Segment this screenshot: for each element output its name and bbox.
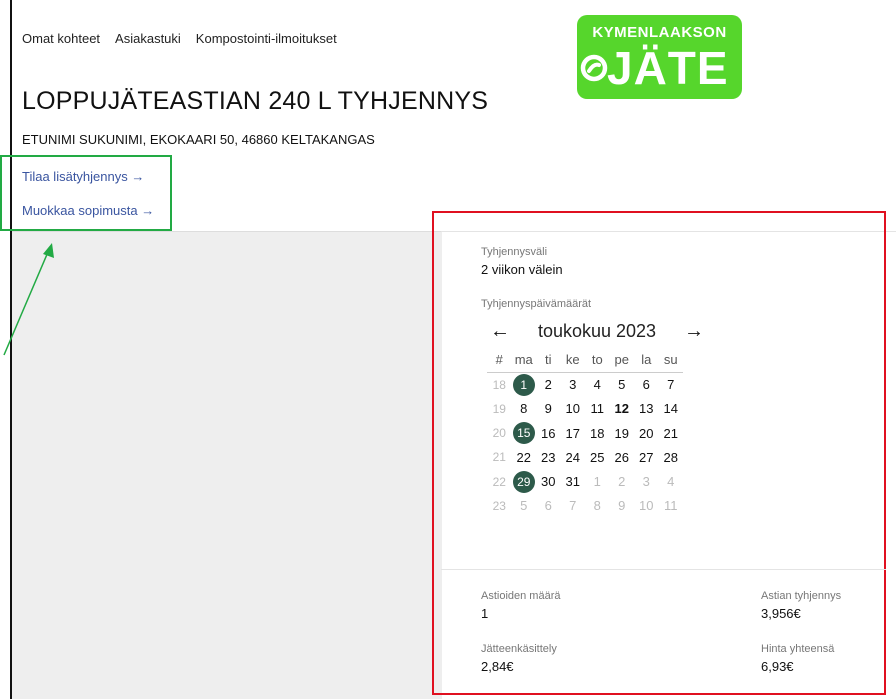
calendar-weekday-header: la bbox=[634, 348, 659, 373]
customer-address: ETUNIMI SUKUNIMI, EKOKAARI 50, 46860 KEL… bbox=[22, 132, 375, 147]
calendar-week-row: 20 15 16 17 18 19 20 21 bbox=[487, 421, 683, 445]
calendar-day[interactable]: 24 bbox=[561, 445, 586, 469]
calendar-day[interactable]: 2 bbox=[610, 469, 635, 493]
calendar-day[interactable]: 22 bbox=[512, 445, 537, 469]
calendar-day[interactable]: 11 bbox=[659, 494, 684, 518]
total-price-label: Hinta yhteensä bbox=[761, 643, 835, 655]
prev-month-button[interactable]: ← bbox=[490, 320, 510, 343]
edit-contract-link[interactable]: Muokkaa sopimusta → bbox=[22, 203, 154, 218]
calendar-weekday-header: ma bbox=[511, 348, 536, 373]
nav-asiakastuki[interactable]: Asiakastuki bbox=[115, 31, 181, 46]
calendar-day[interactable]: 19 bbox=[610, 421, 635, 445]
kymenlaakson-jate-logo[interactable]: KYMENLAAKSON JÄTE bbox=[577, 15, 742, 99]
calendar-day[interactable]: 17 bbox=[561, 421, 586, 445]
week-number: 19 bbox=[492, 401, 506, 416]
content-background bbox=[12, 231, 442, 699]
container-count-value: 1 bbox=[481, 606, 489, 621]
calendar-day-scheduled[interactable]: 1 bbox=[512, 372, 537, 396]
logo-main-text: JÄTE bbox=[607, 42, 729, 94]
scheduled-emptying-marker: 29 bbox=[512, 470, 535, 493]
calendar-day[interactable]: 14 bbox=[659, 397, 684, 421]
calendar-day[interactable]: 30 bbox=[536, 469, 561, 493]
calendar-day[interactable]: 21 bbox=[659, 421, 684, 445]
calendar-day[interactable]: 31 bbox=[561, 469, 586, 493]
top-nav: Omat kohteet Asiakastuki Kompostointi-il… bbox=[22, 31, 337, 46]
nav-omat-kohteet[interactable]: Omat kohteet bbox=[22, 31, 100, 46]
total-price-value: 6,93€ bbox=[761, 659, 794, 674]
calendar-weekday-header: ti bbox=[536, 348, 561, 373]
calendar-day[interactable]: 2 bbox=[536, 372, 561, 396]
calendar-day[interactable]: 9 bbox=[536, 397, 561, 421]
calendar-week-row: 22 29 30 31 1 2 3 4 bbox=[487, 469, 683, 493]
calendar-day[interactable]: 3 bbox=[561, 372, 586, 396]
calendar-day[interactable]: 3 bbox=[634, 469, 659, 493]
dates-label: Tyhjennyspäivämäärät bbox=[481, 298, 592, 310]
summary-divider bbox=[441, 569, 886, 570]
order-extra-emptying-link[interactable]: Tilaa lisätyhjennys → bbox=[22, 169, 144, 184]
calendar-day[interactable]: 5 bbox=[512, 494, 537, 518]
week-number: 18 bbox=[492, 377, 506, 392]
calendar-day[interactable]: 8 bbox=[585, 494, 610, 518]
calendar-week-row: 23 5 6 7 8 9 10 11 bbox=[487, 494, 683, 518]
scheduled-emptying-marker: 15 bbox=[512, 422, 535, 445]
nav-kompostointi-ilmoitukset[interactable]: Kompostointi-ilmoitukset bbox=[196, 31, 337, 46]
calendar-weekday-header: ke bbox=[560, 348, 585, 373]
week-number: 22 bbox=[492, 474, 506, 489]
annotation-arrow bbox=[3, 243, 54, 356]
calendar-day[interactable]: 27 bbox=[634, 445, 659, 469]
calendar-day[interactable]: 6 bbox=[634, 372, 659, 396]
calendar-weekday-header: to bbox=[585, 348, 610, 373]
page-title: LOPPUJÄTEASTIAN 240 L TYHJENNYS bbox=[22, 87, 489, 115]
calendar-day[interactable]: 5 bbox=[610, 372, 635, 396]
calendar-weekday-header: pe bbox=[609, 348, 634, 373]
calendar-day[interactable]: 10 bbox=[634, 494, 659, 518]
calendar-day[interactable]: 18 bbox=[585, 421, 610, 445]
week-number: 21 bbox=[492, 450, 506, 465]
calendar-day[interactable]: 7 bbox=[561, 494, 586, 518]
calendar-day-scheduled[interactable]: 29 bbox=[512, 469, 537, 493]
calendar-weekday-header: su bbox=[658, 348, 683, 373]
calendar-week-row: 18 1 2 3 4 5 6 7 bbox=[487, 372, 683, 396]
calendar-day[interactable]: 8 bbox=[512, 397, 537, 421]
week-number: 23 bbox=[492, 498, 506, 513]
week-number: 20 bbox=[492, 426, 506, 441]
container-count-label: Astioiden määrä bbox=[481, 590, 561, 602]
logo-swirl-icon bbox=[580, 54, 608, 82]
calendar-day[interactable]: 1 bbox=[585, 469, 610, 493]
calendar-day[interactable]: 13 bbox=[634, 397, 659, 421]
calendar-day[interactable]: 16 bbox=[536, 421, 561, 445]
calendar-day[interactable]: 6 bbox=[536, 494, 561, 518]
calendar-day[interactable]: 28 bbox=[659, 445, 684, 469]
calendar-day[interactable]: 10 bbox=[561, 397, 586, 421]
next-month-button[interactable]: → bbox=[684, 320, 704, 343]
emptying-price-label: Astian tyhjennys bbox=[761, 590, 842, 602]
calendar-day-scheduled[interactable]: 15 bbox=[512, 421, 537, 445]
calendar-day[interactable]: 25 bbox=[585, 445, 610, 469]
logo-top-text: KYMENLAAKSON bbox=[592, 24, 727, 41]
calendar-month-title: toukokuu 2023 bbox=[537, 321, 657, 341]
action-links-highlight: Tilaa lisätyhjennys → Muokkaa sopimusta … bbox=[0, 155, 172, 231]
calendar-day[interactable]: 11 bbox=[585, 397, 610, 421]
calendar-day[interactable]: 26 bbox=[610, 445, 635, 469]
calendar-weekday-header: # bbox=[487, 348, 512, 373]
calendar-day[interactable]: 23 bbox=[536, 445, 561, 469]
calendar-day[interactable]: 20 bbox=[634, 421, 659, 445]
waste-handling-value: 2,84€ bbox=[481, 659, 514, 674]
interval-value: 2 viikon välein bbox=[481, 262, 563, 277]
waste-handling-label: Jätteenkäsittely bbox=[481, 643, 557, 655]
emptying-price-value: 3,956€ bbox=[761, 606, 801, 621]
calendar-day[interactable]: 7 bbox=[659, 372, 684, 396]
calendar-grid: # ma ti ke to pe la su 18 1 2 3 4 5 6 7 19 8 9 10 11 12 13 14 2… bbox=[487, 348, 683, 518]
calendar-day[interactable]: 12 bbox=[610, 397, 635, 421]
calendar-header: ← toukokuu 2023 → bbox=[490, 320, 704, 343]
calendar-week-row: 21 22 23 24 25 26 27 28 bbox=[487, 445, 683, 469]
calendar-day[interactable]: 4 bbox=[659, 469, 684, 493]
calendar-day[interactable]: 4 bbox=[585, 372, 610, 396]
calendar-day[interactable]: 9 bbox=[610, 494, 635, 518]
calendar-week-row: 19 8 9 10 11 12 13 14 bbox=[487, 397, 683, 421]
scheduled-emptying-marker: 1 bbox=[512, 373, 535, 396]
interval-label: Tyhjennysväli bbox=[481, 246, 548, 258]
